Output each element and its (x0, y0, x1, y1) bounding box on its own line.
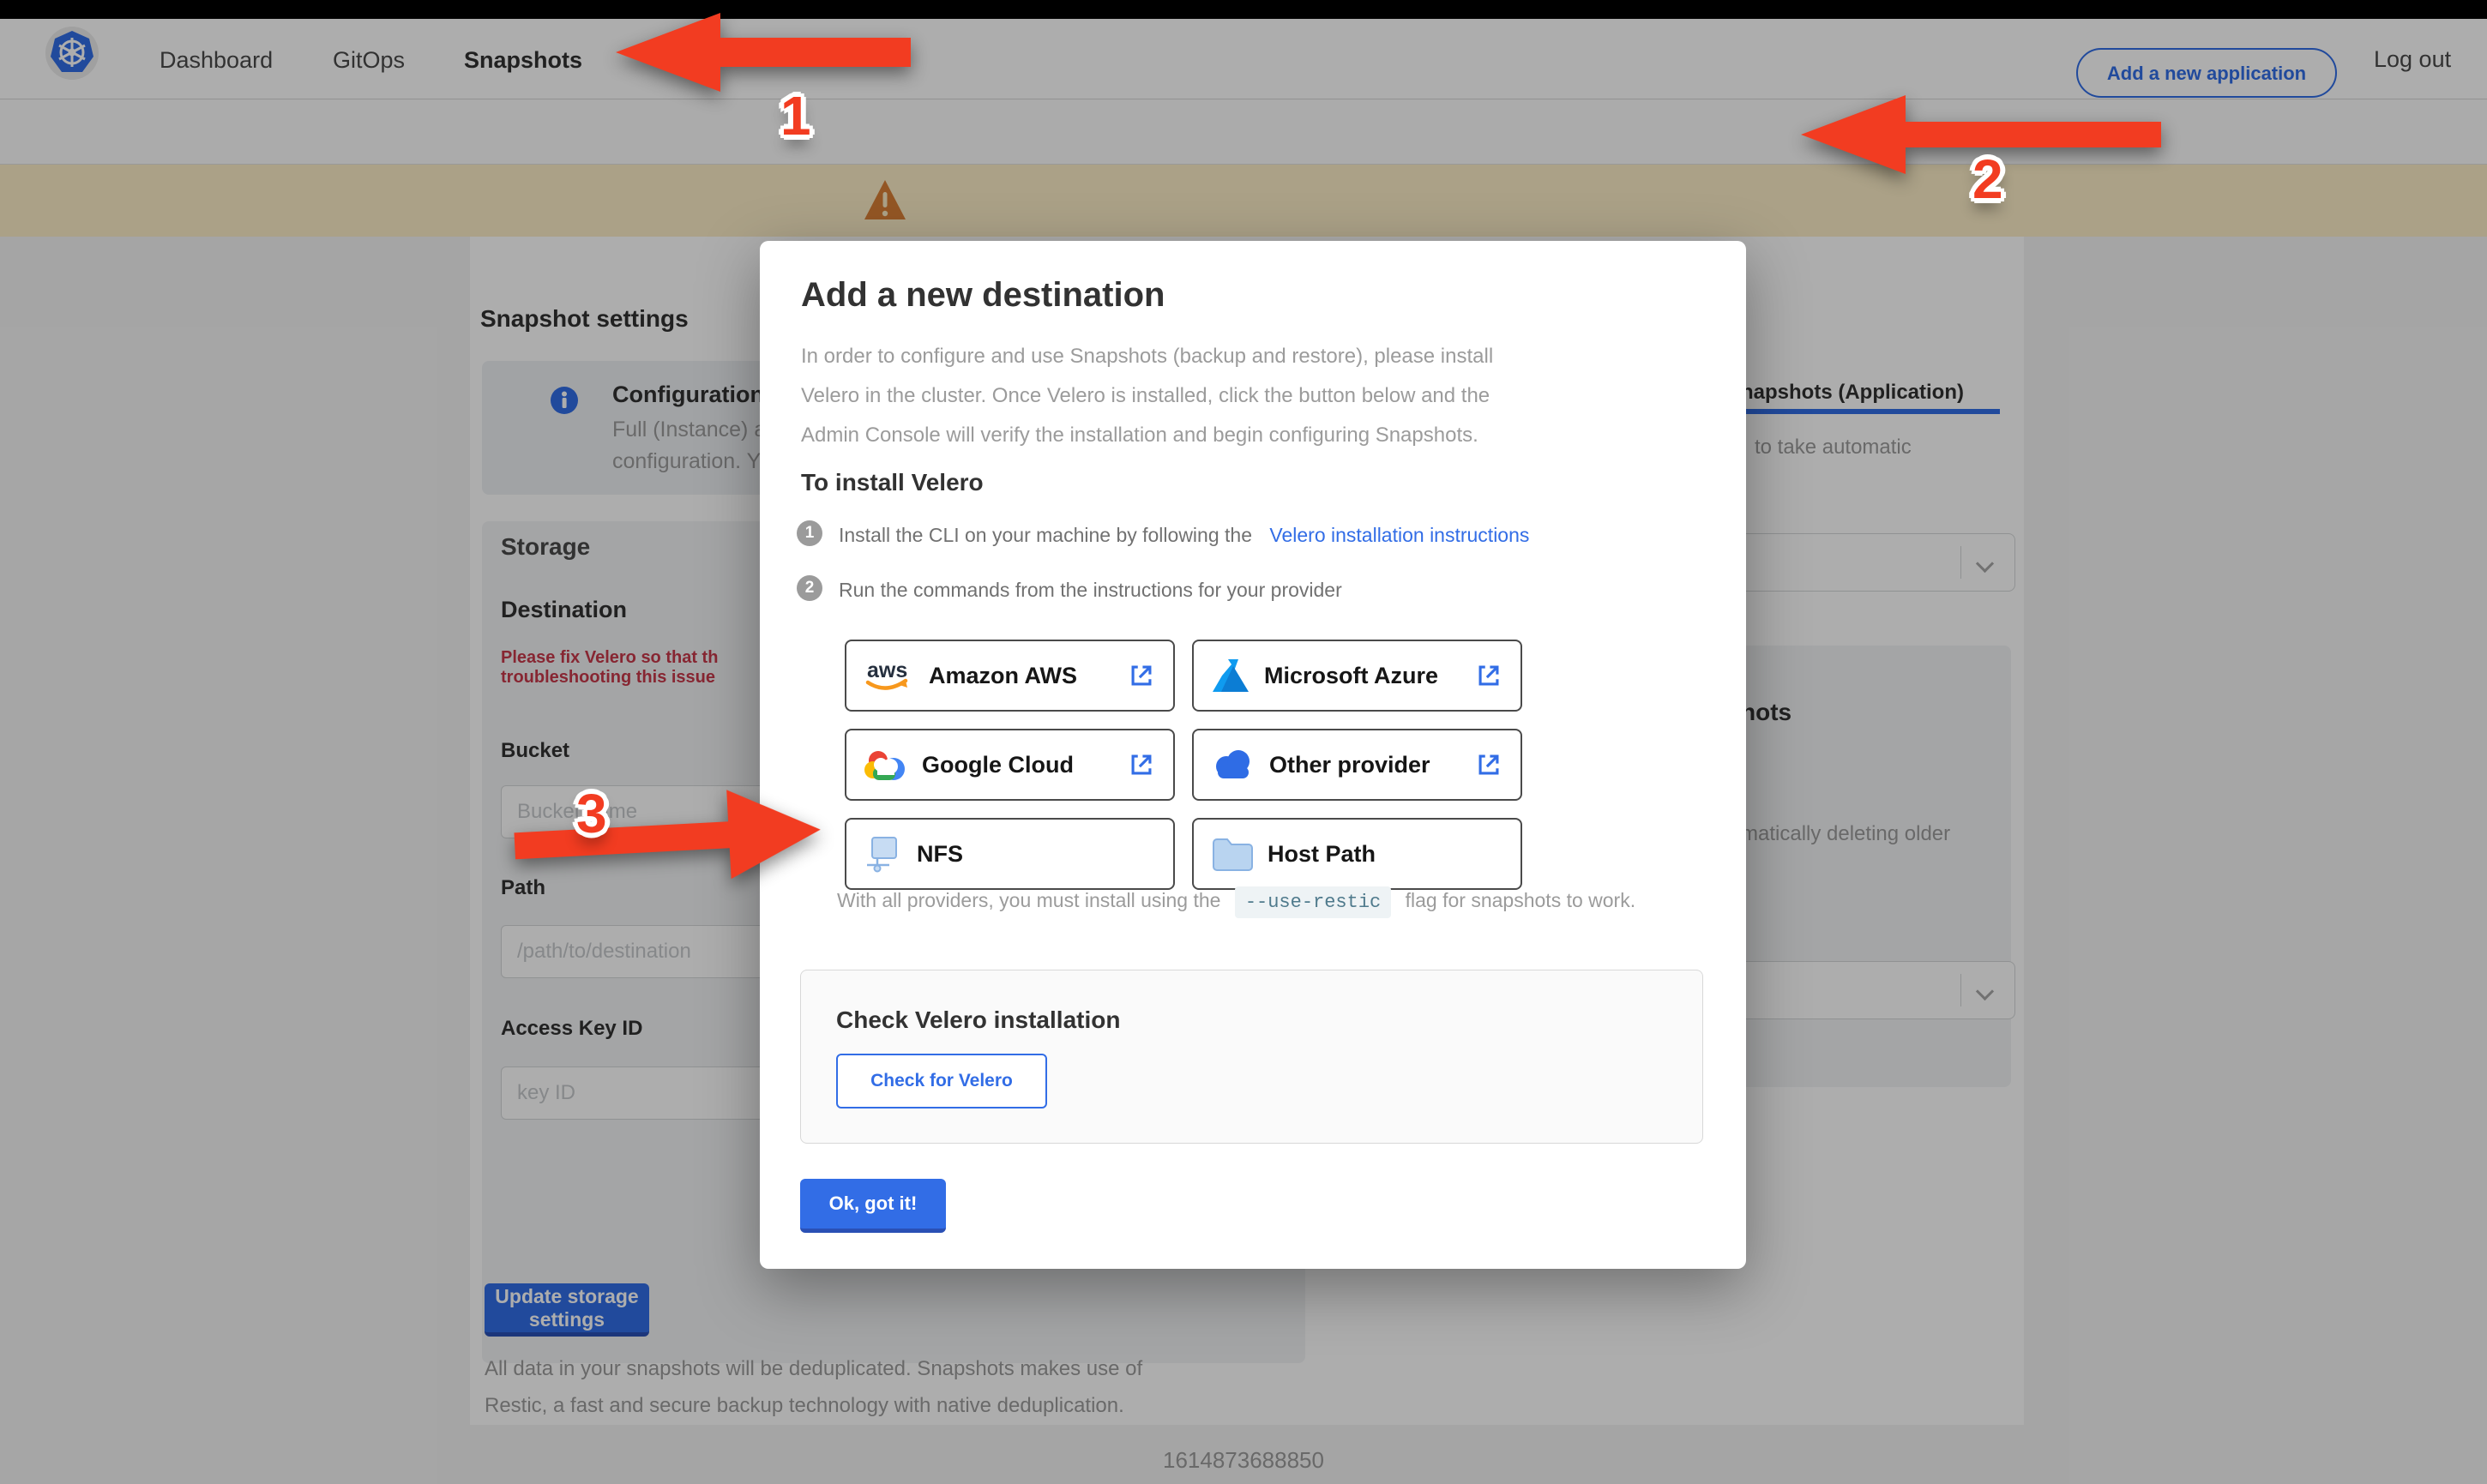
annotation-arrow-3 (513, 785, 823, 891)
provider-amazon-aws-button[interactable]: aws Amazon AWS (845, 640, 1175, 712)
add-destination-modal: Add a new destination In order to config… (760, 241, 1746, 1269)
modal-paragraph-line2: Velero in the cluster. Once Velero is in… (801, 376, 1490, 416)
svg-text:aws: aws (867, 658, 907, 682)
annotation-number-1: 1 (780, 84, 811, 147)
annotation-arrow-1 (616, 13, 911, 92)
modal-title: Add a new destination (801, 276, 1165, 315)
admin-console-page: Dashboard GitOps Snapshots Add a new app… (0, 0, 2487, 1484)
provider-label: NFS (917, 841, 1156, 868)
google-cloud-logo-icon (864, 747, 908, 783)
check-velero-panel: Check Velero installation Check for Vele… (800, 970, 1703, 1144)
azure-logo-icon (1211, 658, 1250, 694)
step-2-badge: 2 (797, 575, 822, 601)
restic-note-post: flag for snapshots to work. (1406, 889, 1635, 911)
modal-paragraph-line3: Admin Console will verify the installati… (801, 416, 1478, 455)
step-1-label: Install the CLI on your machine by follo… (839, 524, 1252, 546)
external-link-icon (1127, 661, 1156, 690)
provider-label: Google Cloud (922, 752, 1127, 778)
modal-paragraph-line1: In order to configure and use Snapshots … (801, 337, 1493, 376)
step-1-badge: 1 (797, 520, 822, 546)
nfs-server-icon (864, 834, 903, 874)
provider-label: Other provider (1269, 752, 1474, 778)
velero-instructions-link[interactable]: Velero installation instructions (1269, 524, 1529, 546)
step-2-text: Run the commands from the instructions f… (839, 579, 1342, 602)
external-link-icon (1474, 661, 1503, 690)
restic-note: With all providers, you must install usi… (837, 889, 1635, 913)
step-1-text: Install the CLI on your machine by follo… (839, 524, 1529, 547)
annotation-number-3: 3 (576, 782, 607, 845)
annotation-number-2: 2 (1972, 147, 2003, 211)
provider-label: Host Path (1268, 841, 1503, 868)
provider-label: Amazon AWS (929, 663, 1127, 689)
provider-host-path-button[interactable]: Host Path (1192, 818, 1522, 890)
check-for-velero-button[interactable]: Check for Velero (836, 1054, 1047, 1108)
provider-google-cloud-button[interactable]: Google Cloud (845, 729, 1175, 801)
provider-nfs-button[interactable]: NFS (845, 818, 1175, 890)
external-link-icon (1127, 750, 1156, 779)
provider-microsoft-azure-button[interactable]: Microsoft Azure (1192, 640, 1522, 712)
folder-icon (1211, 836, 1254, 872)
restic-note-pre: With all providers, you must install usi… (837, 889, 1220, 911)
restic-flag-code: --use-restic (1235, 886, 1391, 918)
cloud-icon (1211, 748, 1256, 782)
aws-logo-icon: aws (864, 657, 915, 694)
ok-got-it-button[interactable]: Ok, got it! (800, 1179, 946, 1233)
to-install-velero-heading: To install Velero (801, 469, 984, 496)
provider-other-button[interactable]: Other provider (1192, 729, 1522, 801)
external-link-icon (1474, 750, 1503, 779)
provider-label: Microsoft Azure (1264, 663, 1474, 689)
check-velero-title: Check Velero installation (836, 1006, 1120, 1034)
